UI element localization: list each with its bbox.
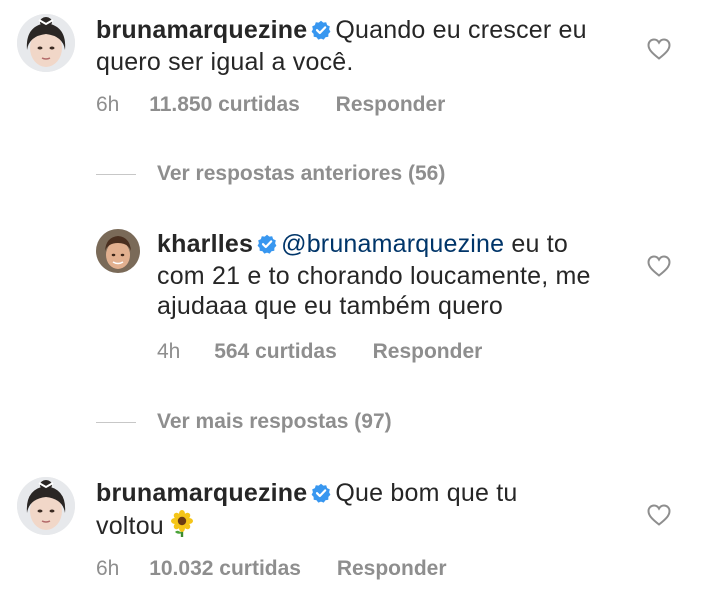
avatar-image [17, 14, 75, 72]
reply-button[interactable]: Responder [373, 339, 483, 365]
avatar-image [17, 477, 75, 535]
comment-likes[interactable]: 11.850 curtidas [149, 92, 300, 118]
comment-time: 4h [157, 340, 181, 363]
comment-text: kharlles @brunamarquezine eu to com 21 e … [157, 229, 622, 321]
avatar-image [96, 229, 140, 273]
comment-item: brunamarquezine Que bom que tu voltou 6h … [0, 462, 708, 603]
view-previous-replies-button[interactable]: Ver respostas anteriores (56) [157, 161, 445, 187]
reply-item: kharlles @brunamarquezine eu to com 21 e … [0, 215, 708, 375]
heart-icon[interactable] [647, 38, 671, 60]
reply-button[interactable]: Responder [337, 556, 447, 582]
verified-badge-icon [257, 231, 277, 261]
view-more-replies-button[interactable]: Ver mais respostas (97) [157, 409, 392, 435]
toggle-divider [96, 174, 136, 175]
mention-link[interactable]: @brunamarquezine [281, 230, 504, 258]
avatar[interactable] [17, 477, 75, 535]
heart-icon[interactable] [647, 504, 671, 526]
toggle-divider [96, 422, 136, 423]
comment-username[interactable]: brunamarquezine [96, 479, 307, 507]
verified-badge-icon [311, 17, 331, 47]
heart-icon[interactable] [647, 255, 671, 277]
comment-text: brunamarquezine Quando eu crescer eu quer… [96, 15, 626, 77]
comment-text: brunamarquezine Que bom que tu voltou [96, 478, 586, 545]
verified-badge-icon [311, 480, 331, 510]
comment-item: brunamarquezine Quando eu crescer eu quer… [0, 0, 708, 140]
reply-button[interactable]: Responder [336, 92, 446, 118]
comment-likes[interactable]: 10.032 curtidas [149, 556, 301, 582]
comment-username[interactable]: kharlles [157, 230, 253, 258]
comment-username[interactable]: brunamarquezine [96, 16, 307, 44]
avatar[interactable] [96, 229, 140, 273]
comment-meta: 6h 10.032 curtidas Responder [96, 556, 447, 582]
comment-time: 6h [96, 93, 120, 116]
avatar[interactable] [17, 14, 75, 72]
comment-likes[interactable]: 564 curtidas [214, 339, 337, 365]
comment-meta: 4h 564 curtidas Responder [157, 339, 482, 365]
comment-time: 6h [96, 557, 120, 580]
comment-meta: 6h 11.850 curtidas Responder [96, 92, 445, 118]
sunflower-emoji-icon [168, 510, 196, 545]
